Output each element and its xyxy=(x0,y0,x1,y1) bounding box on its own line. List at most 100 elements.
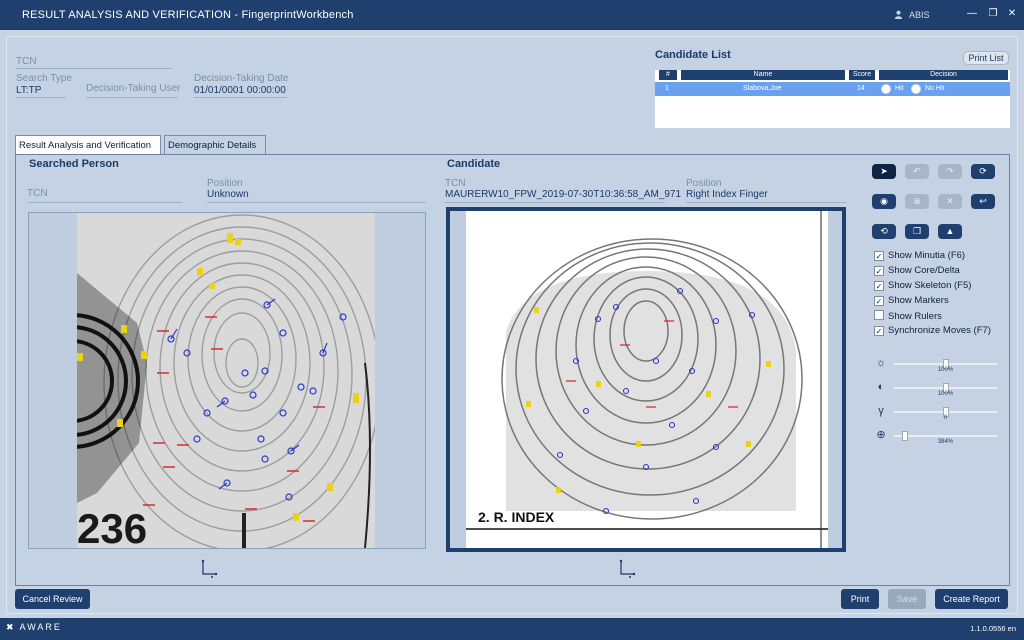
show-minutia-checkbox[interactable]: ✓ Show Minutia (F6) xyxy=(874,250,965,262)
close-icon[interactable]: ✕ xyxy=(1006,8,1018,20)
marker-icon: ◉ xyxy=(880,196,888,206)
column-header[interactable]: Decision xyxy=(879,70,1008,80)
create-report-button[interactable]: Create Report xyxy=(935,589,1008,609)
checkbox-label: Show Skeleton (F5) xyxy=(888,280,972,291)
status-bar: ✖ AWARE 1.1.0.0556 en xyxy=(0,618,1024,640)
gamma-slider[interactable] xyxy=(894,407,997,417)
latent-print-number: 236 xyxy=(77,505,147,548)
tcn-label: TCN xyxy=(16,56,37,67)
tab-demographic-details[interactable]: Demographic Details xyxy=(164,135,266,154)
remove-marker-button[interactable]: ⊗ xyxy=(905,194,929,209)
checkbox[interactable]: ✓ xyxy=(874,251,884,261)
decision-user-label: Decision-Taking User xyxy=(86,83,181,94)
candidate-print-viewer[interactable]: 2. R. INDEX xyxy=(446,207,846,552)
undo-icon: ↶ xyxy=(913,166,921,176)
searched-person-title: Searched Person xyxy=(29,158,119,170)
decision-user-field xyxy=(86,97,178,98)
checkbox-label: Show Markers xyxy=(888,295,949,306)
decision-date-value: 01/01/0001 00:00:00 xyxy=(194,85,286,96)
copy-icon: ❐ xyxy=(912,226,922,236)
select-tool-button[interactable]: ➤ xyxy=(872,164,896,179)
add-marker-button[interactable]: ◉ xyxy=(872,194,896,209)
candidate-fingerprint-image[interactable]: 2. R. INDEX xyxy=(466,211,828,548)
minimize-icon[interactable]: — xyxy=(966,8,978,20)
checkbox[interactable] xyxy=(874,310,884,320)
save-button[interactable]: Save xyxy=(888,589,926,609)
delete-button[interactable]: ✕ xyxy=(938,194,962,209)
synchronize-moves-checkbox[interactable]: ✓ Synchronize Moves (F7) xyxy=(874,325,991,337)
contrast-slider[interactable] xyxy=(894,383,997,393)
latent-fingerprint-image[interactable]: 236 xyxy=(77,213,375,548)
zoom-value: 384% xyxy=(937,439,954,445)
table-row[interactable]: 1 Slabova,Joe 14 Hit No Hit xyxy=(655,82,1010,96)
warning-icon: ▲ xyxy=(945,226,955,236)
searched-position-value: Unknown xyxy=(207,189,249,200)
contrast-value: 100% xyxy=(937,391,954,397)
print-button[interactable]: Print xyxy=(841,589,879,609)
user-indicator: ABIS xyxy=(894,10,930,20)
column-header[interactable]: # xyxy=(659,70,677,80)
show-markers-checkbox[interactable]: ✓ Show Markers xyxy=(874,295,949,307)
warning-button[interactable]: ▲ xyxy=(938,224,962,239)
checkbox[interactable]: ✓ xyxy=(874,296,884,306)
searched-position-field xyxy=(207,202,426,203)
brightness-slider[interactable] xyxy=(894,359,997,369)
contrast-icon: ◐ xyxy=(877,381,885,393)
user-icon xyxy=(894,10,903,19)
cancel-review-button[interactable]: Cancel Review xyxy=(15,589,90,609)
checkbox-label: Show Core/Delta xyxy=(888,265,960,276)
candidate-position-value: Right Index Finger xyxy=(686,189,768,200)
decision-date-label: Decision-Taking Date xyxy=(194,73,289,84)
searched-tcn-field xyxy=(27,202,182,203)
analysis-content: Searched Person TCN Position Unknown 236… xyxy=(15,154,1010,586)
zoom-slider[interactable] xyxy=(894,431,997,441)
reset-button[interactable]: ⟲ xyxy=(872,224,896,239)
brightness-value: 100% xyxy=(937,367,954,373)
candidate-score: 14 xyxy=(857,85,865,92)
axis-orientation-icon[interactable] xyxy=(616,559,638,579)
searched-print-viewer[interactable]: 236 xyxy=(28,212,426,549)
rotate-icon: ⟳ xyxy=(979,166,987,176)
checkbox[interactable]: ✓ xyxy=(874,281,884,291)
candidate-name: Slabova,Joe xyxy=(743,85,782,92)
checkbox-label: Synchronize Moves (F7) xyxy=(888,325,991,336)
restore-icon[interactable]: ❐ xyxy=(987,8,999,20)
search-type-field xyxy=(16,97,66,98)
hit-label: Hit xyxy=(895,85,904,92)
user-name: ABIS xyxy=(909,10,930,20)
decision-date-field xyxy=(194,97,287,98)
checkbox-label: Show Minutia (F6) xyxy=(888,250,966,261)
remove-marker-icon: ⊗ xyxy=(913,196,921,206)
gamma-value: 0 xyxy=(943,415,948,421)
redo-icon: ↷ xyxy=(946,166,954,176)
show-rulers-checkbox[interactable]: Show Rulers xyxy=(874,310,942,322)
candidate-position-field xyxy=(686,202,846,203)
hit-radio[interactable] xyxy=(881,84,891,94)
show-skeleton-checkbox[interactable]: ✓ Show Skeleton (F5) xyxy=(874,280,971,292)
column-header[interactable]: Score xyxy=(849,70,875,80)
checkbox[interactable]: ✓ xyxy=(874,326,884,336)
version-label: 1.1.0.0556 en xyxy=(970,624,1016,633)
searched-tcn-label: TCN xyxy=(27,188,48,199)
sun-icon: ☼ xyxy=(875,357,887,369)
tcn-field xyxy=(16,68,172,69)
rotate-button[interactable]: ⟳ xyxy=(971,164,995,179)
print-list-button[interactable]: Print List xyxy=(963,51,1009,65)
axis-orientation-icon[interactable] xyxy=(198,559,220,579)
redo-button[interactable]: ↷ xyxy=(938,164,962,179)
checkbox[interactable]: ✓ xyxy=(874,266,884,276)
show-core-delta-checkbox[interactable]: ✓ Show Core/Delta xyxy=(874,265,960,277)
undo-button[interactable]: ↶ xyxy=(905,164,929,179)
tab-result-analysis[interactable]: Result Analysis and Verification xyxy=(15,135,161,155)
copy-button[interactable]: ❐ xyxy=(905,224,929,239)
gamma-icon: γ xyxy=(878,405,884,417)
column-header[interactable]: Name xyxy=(681,70,845,80)
candidate-title: Candidate xyxy=(447,158,501,170)
row-number: 1 xyxy=(665,85,669,92)
reset-icon: ⟲ xyxy=(880,226,888,236)
search-type-value: LT:TP xyxy=(16,85,42,96)
no-hit-radio[interactable] xyxy=(911,84,921,94)
zoom-icon: ⊕ xyxy=(876,429,886,441)
candidate-print-caption: 2. R. INDEX xyxy=(478,509,555,525)
back-button[interactable]: ↩ xyxy=(971,194,995,209)
